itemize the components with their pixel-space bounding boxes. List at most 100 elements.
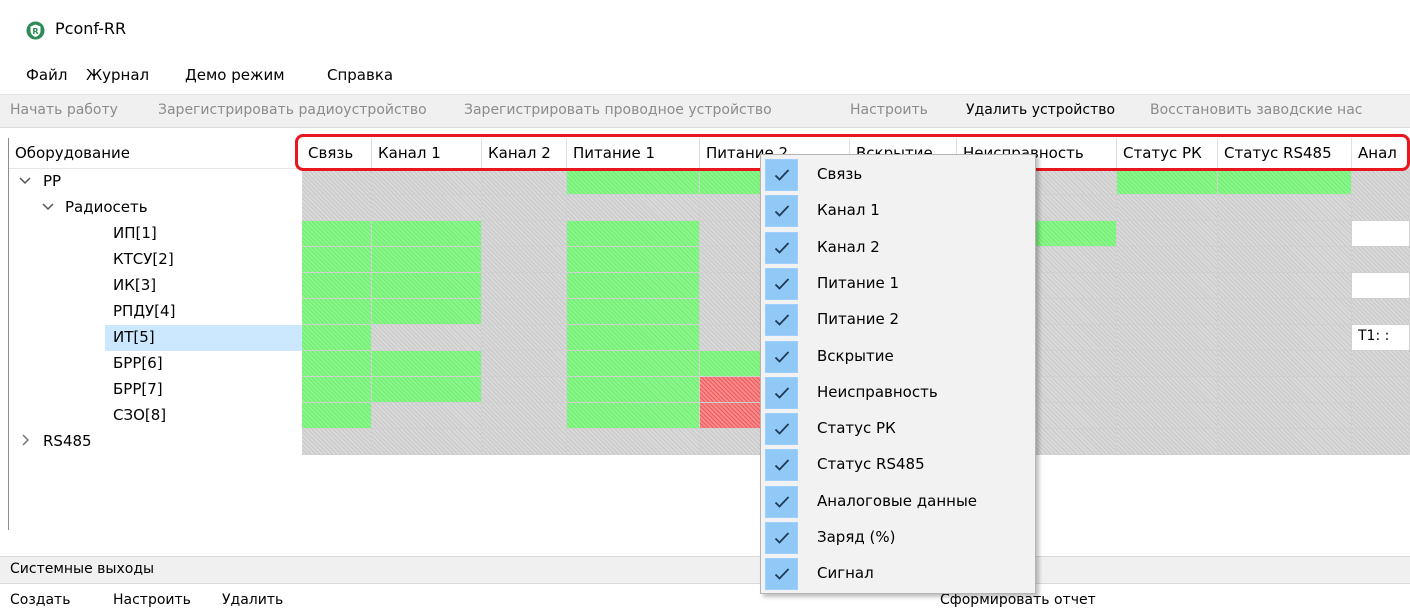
status-cell[interactable]	[567, 403, 700, 429]
status-cell[interactable]	[372, 195, 482, 221]
status-cell[interactable]	[482, 429, 567, 455]
status-cell[interactable]	[372, 429, 482, 455]
status-cell[interactable]	[567, 273, 700, 299]
tree-item-device[interactable]: БРР[6]	[9, 351, 303, 377]
column-header[interactable]: Канал 2	[482, 138, 567, 169]
column-toggle-item[interactable]: Статус RS485	[761, 447, 1035, 483]
status-cell[interactable]	[1352, 377, 1410, 403]
status-cell[interactable]	[1117, 195, 1218, 221]
status-cell[interactable]	[372, 221, 482, 247]
status-cell[interactable]	[1218, 325, 1352, 351]
menu-help[interactable]: Справка	[327, 66, 393, 84]
status-cell[interactable]	[1117, 169, 1218, 195]
status-cell[interactable]	[567, 247, 700, 273]
status-cell[interactable]	[1117, 325, 1218, 351]
status-cell[interactable]	[1352, 247, 1410, 273]
status-cell[interactable]	[372, 169, 482, 195]
status-cell[interactable]	[482, 273, 567, 299]
status-cell[interactable]	[302, 429, 372, 455]
create-button[interactable]: Создать	[10, 592, 70, 608]
column-toggle-item[interactable]: Статус РК	[761, 411, 1035, 447]
column-toggle-item[interactable]: Неисправность	[761, 375, 1035, 411]
status-cell[interactable]	[1218, 403, 1352, 429]
tree-item-radio-network[interactable]: Радиосеть	[9, 195, 303, 221]
status-cell[interactable]	[372, 299, 482, 325]
status-cell[interactable]	[1352, 195, 1410, 221]
status-cell[interactable]	[1352, 299, 1410, 325]
status-cell[interactable]	[372, 351, 482, 377]
column-toggle-item[interactable]: Питание 1	[761, 266, 1035, 302]
status-cell[interactable]	[482, 195, 567, 221]
status-cell[interactable]	[372, 325, 482, 351]
status-cell[interactable]	[1117, 351, 1218, 377]
status-cell[interactable]	[1218, 221, 1352, 247]
status-cell[interactable]	[372, 403, 482, 429]
status-cell[interactable]	[567, 429, 700, 455]
status-cell[interactable]	[1352, 169, 1410, 195]
column-toggle-item[interactable]: Вскрытие	[761, 339, 1035, 375]
status-cell[interactable]	[1352, 351, 1410, 377]
tree-item-device[interactable]: ИК[3]	[9, 273, 303, 299]
status-cell[interactable]	[482, 377, 567, 403]
status-cell[interactable]	[567, 351, 700, 377]
status-cell[interactable]	[482, 247, 567, 273]
status-cell[interactable]	[1117, 299, 1218, 325]
tree-item-rs485[interactable]: RS485	[9, 429, 303, 455]
status-cell[interactable]	[1117, 247, 1218, 273]
column-header[interactable]: Статус RS485	[1218, 138, 1352, 169]
tree-item-device[interactable]: РПДУ[4]	[9, 299, 303, 325]
tree-item-device[interactable]: ИП[1]	[9, 221, 303, 247]
configure-button[interactable]: Настроить	[850, 102, 928, 118]
status-cell[interactable]	[302, 169, 372, 195]
status-cell[interactable]	[567, 325, 700, 351]
status-cell[interactable]	[372, 377, 482, 403]
status-cell[interactable]	[302, 221, 372, 247]
tree-item-device[interactable]: СЗО[8]	[9, 403, 303, 429]
status-cell[interactable]	[1352, 429, 1410, 455]
status-cell[interactable]	[567, 169, 700, 195]
status-cell[interactable]	[1218, 247, 1352, 273]
status-cell[interactable]	[482, 351, 567, 377]
column-header[interactable]: Канал 1	[372, 138, 482, 169]
chevron-down-icon[interactable]	[18, 173, 32, 187]
column-toggle-item[interactable]: Питание 2	[761, 302, 1035, 338]
status-cell[interactable]	[482, 299, 567, 325]
status-cell[interactable]	[1352, 273, 1410, 299]
status-cell[interactable]	[1218, 169, 1352, 195]
column-toggle-item[interactable]: Сигнал	[761, 556, 1035, 592]
status-cell[interactable]	[1352, 221, 1410, 247]
column-toggle-item[interactable]: Канал 2	[761, 230, 1035, 266]
delete-device-button[interactable]: Удалить устройство	[966, 102, 1115, 118]
status-cell[interactable]	[1218, 299, 1352, 325]
status-cell[interactable]	[1117, 429, 1218, 455]
status-cell[interactable]	[1218, 377, 1352, 403]
tree-item-device[interactable]: КТСУ[2]	[9, 247, 303, 273]
status-cell[interactable]	[567, 195, 700, 221]
column-toggle-item[interactable]: Заряд (%)	[761, 520, 1035, 556]
chevron-down-icon[interactable]	[41, 199, 55, 213]
status-cell[interactable]	[302, 325, 372, 351]
status-cell[interactable]: Т1: :	[1352, 325, 1410, 351]
status-cell[interactable]	[1218, 273, 1352, 299]
status-cell[interactable]	[482, 403, 567, 429]
delete-output-button[interactable]: Удалить	[222, 592, 283, 608]
status-cell[interactable]	[567, 299, 700, 325]
status-cell[interactable]	[302, 299, 372, 325]
status-cell[interactable]	[1117, 273, 1218, 299]
status-cell[interactable]	[1218, 195, 1352, 221]
tree-item-device[interactable]: БРР[7]	[9, 377, 303, 403]
tree-item-device-selected[interactable]: ИТ[5]	[105, 325, 303, 351]
status-cell[interactable]	[372, 247, 482, 273]
status-cell[interactable]	[567, 377, 700, 403]
restore-factory-button[interactable]: Восстановить заводские нас	[1150, 102, 1363, 118]
status-cell[interactable]	[482, 325, 567, 351]
status-cell[interactable]	[482, 169, 567, 195]
status-cell[interactable]	[1117, 377, 1218, 403]
status-cell[interactable]	[567, 221, 700, 247]
status-cell[interactable]	[1352, 403, 1410, 429]
status-cell[interactable]	[302, 247, 372, 273]
status-cell[interactable]	[302, 195, 372, 221]
status-cell[interactable]	[1218, 351, 1352, 377]
column-toggle-item[interactable]: Аналоговые данные	[761, 484, 1035, 520]
menu-file[interactable]: Файл	[26, 66, 67, 84]
